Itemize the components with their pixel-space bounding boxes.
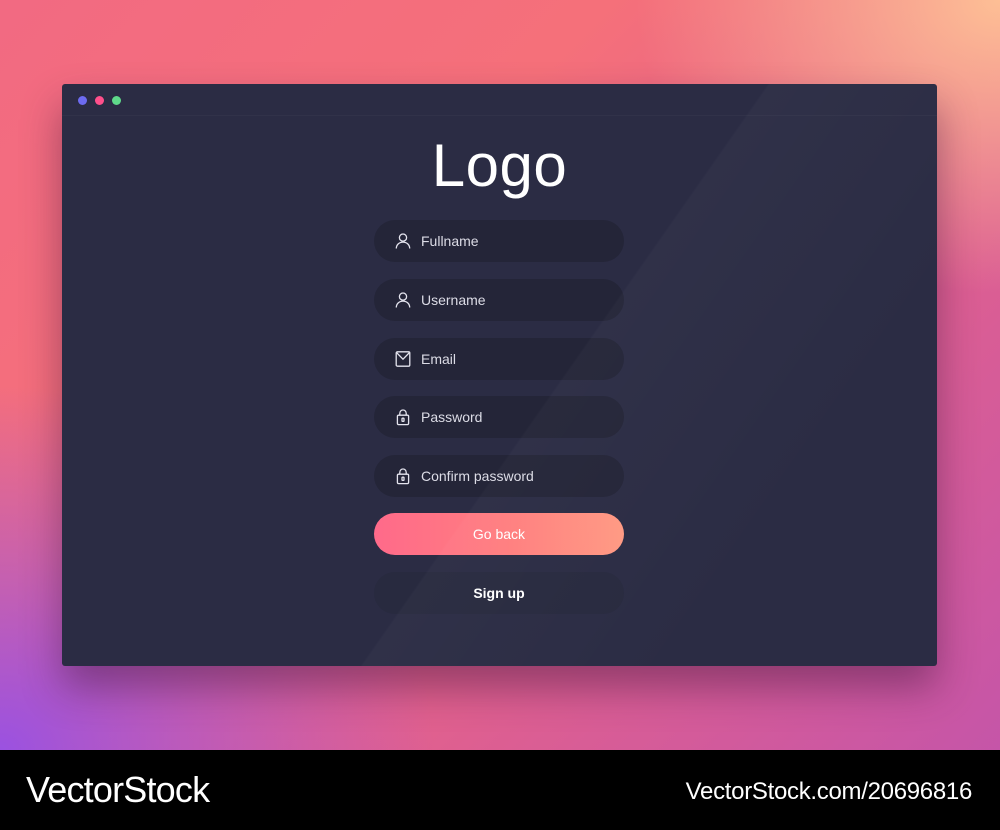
user-icon (394, 232, 412, 250)
username-input[interactable] (421, 279, 624, 321)
email-field[interactable] (374, 338, 624, 380)
watermark-footer: VectorStock VectorStock.com/20696816 (0, 750, 1000, 830)
window-dot-pink[interactable] (95, 96, 104, 105)
password-field[interactable] (374, 396, 624, 438)
vectorstock-reference: VectorStock.com/20696816 (685, 778, 973, 805)
email-input[interactable] (421, 338, 624, 380)
logo-text: Logo (431, 132, 568, 199)
lock-icon (394, 408, 412, 426)
fullname-input[interactable] (421, 220, 624, 262)
fullname-field[interactable] (374, 220, 624, 262)
envelope-icon (394, 350, 412, 368)
window-dot-green[interactable] (112, 96, 121, 105)
gradient-background: Logo Fullname Username Email Go back Sig… (0, 0, 1000, 750)
lock-icon (394, 467, 412, 485)
window-dot-purple[interactable] (78, 96, 87, 105)
app-window: Logo Fullname Username Email Go back Sig… (62, 84, 937, 666)
sign-up-button[interactable]: Sign up (374, 572, 624, 614)
title-bar (62, 84, 937, 116)
user-icon (394, 291, 412, 309)
confirm-password-field[interactable] (374, 455, 624, 497)
username-field[interactable] (374, 279, 624, 321)
go-back-button[interactable]: Go back (374, 513, 624, 555)
password-input[interactable] (421, 396, 624, 438)
vectorstock-brand: VectorStock (26, 769, 210, 810)
confirm-password-input[interactable] (421, 455, 624, 497)
